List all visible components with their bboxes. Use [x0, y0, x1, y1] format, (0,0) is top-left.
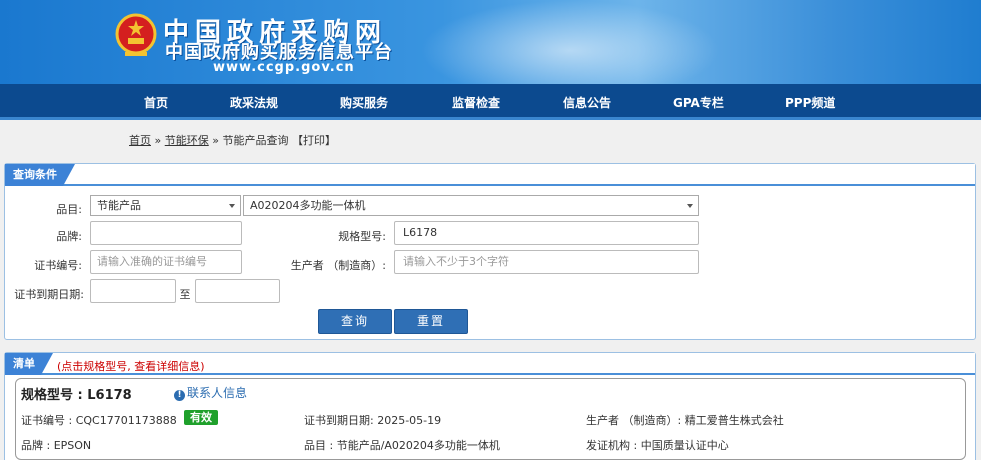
- expiry-value: 证书到期日期: 2025-05-19: [304, 414, 442, 427]
- search-button[interactable]: 查询: [318, 309, 392, 334]
- cert-no-label: 证书编号:: [34, 259, 82, 272]
- nav-item-ppp[interactable]: PPP频道: [785, 94, 835, 111]
- results-panel-header: 清单 (点击规格型号, 查看详细信息): [5, 353, 975, 375]
- breadcrumb-separator: »: [212, 134, 219, 147]
- contact-info-link[interactable]: ! 联系人信息: [174, 384, 247, 401]
- breadcrumb-home[interactable]: 首页: [129, 134, 151, 147]
- results-panel-title: 清单: [5, 353, 53, 375]
- issuer-value: 发证机构 : 中国质量认证中心: [586, 439, 729, 452]
- reset-button[interactable]: 重置: [394, 309, 468, 334]
- expiry-label: 证书到期日期:: [14, 288, 84, 301]
- contact-info-label: 联系人信息: [187, 386, 248, 400]
- site-banner: 中国政府采购网 中国政府购买服务信息平台 www.ccgp.gov.cn: [0, 0, 981, 84]
- maker-input[interactable]: 请输入不少于3个字符: [394, 250, 699, 274]
- maker-value: 生产者 （制造商）: 精工爱普生株式会社: [586, 414, 784, 427]
- model-input[interactable]: L6178: [394, 221, 699, 245]
- breadcrumb-section[interactable]: 节能环保: [165, 134, 209, 147]
- subcategory-select[interactable]: A020204多功能一体机: [243, 195, 699, 216]
- banner-decoration: [420, 0, 720, 84]
- brand-label: 品牌:: [56, 230, 82, 243]
- breadcrumb: 首页 » 节能环保 » 节能产品查询 【打印】: [129, 132, 336, 148]
- query-panel-title: 查询条件: [5, 164, 75, 186]
- maker-label: 生产者 （制造商）:: [290, 259, 386, 272]
- expiry-end-input[interactable]: [195, 279, 280, 303]
- status-badge: 有效: [184, 410, 218, 425]
- cert-no-value: 证书编号 : CQC17701173888: [21, 414, 177, 427]
- nav-item-purchase-services[interactable]: 购买服务: [340, 94, 388, 111]
- nav-item-regulations[interactable]: 政采法规: [230, 94, 278, 111]
- breadcrumb-current: 节能产品查询: [222, 134, 289, 147]
- print-link[interactable]: 【打印】: [292, 134, 336, 147]
- site-url[interactable]: www.ccgp.gov.cn: [213, 60, 355, 75]
- category-select[interactable]: 节能产品: [90, 195, 241, 216]
- list-item: 规格型号 : L6178 ! 联系人信息 证书编号 : CQC1770117388…: [15, 378, 966, 460]
- category-select-value: 节能产品: [97, 199, 141, 212]
- nav-item-announcements[interactable]: 信息公告: [563, 94, 611, 111]
- query-panel-header: 查询条件: [5, 164, 975, 186]
- expiry-to-label: 至: [179, 288, 191, 301]
- results-hint: (点击规格型号, 查看详细信息): [57, 360, 205, 373]
- brand-input[interactable]: [90, 221, 242, 245]
- category-label: 品目:: [56, 203, 82, 216]
- nav-item-home[interactable]: 首页: [144, 94, 168, 111]
- category-value: 品目 : 节能产品/A020204多功能一体机: [304, 439, 500, 452]
- breadcrumb-separator: »: [154, 134, 162, 147]
- info-icon: !: [174, 390, 185, 401]
- brand-value: 品牌 : EPSON: [21, 439, 92, 452]
- chevron-down-icon: [687, 204, 693, 208]
- expiry-start-input[interactable]: [90, 279, 176, 303]
- nav-item-supervision[interactable]: 监督检查: [452, 94, 500, 111]
- subcategory-select-value: A020204多功能一体机: [250, 199, 366, 212]
- main-nav: 首页 政采法规 购买服务 监督检查 信息公告 GPA专栏 PPP频道: [0, 84, 981, 120]
- national-emblem-icon: [115, 13, 157, 56]
- model-link[interactable]: 规格型号 : L6178: [21, 384, 132, 403]
- model-label: 规格型号:: [338, 230, 386, 243]
- cert-no-input[interactable]: 请输入准确的证书编号: [90, 250, 242, 274]
- chevron-down-icon: [229, 204, 235, 208]
- nav-item-gpa[interactable]: GPA专栏: [673, 94, 724, 111]
